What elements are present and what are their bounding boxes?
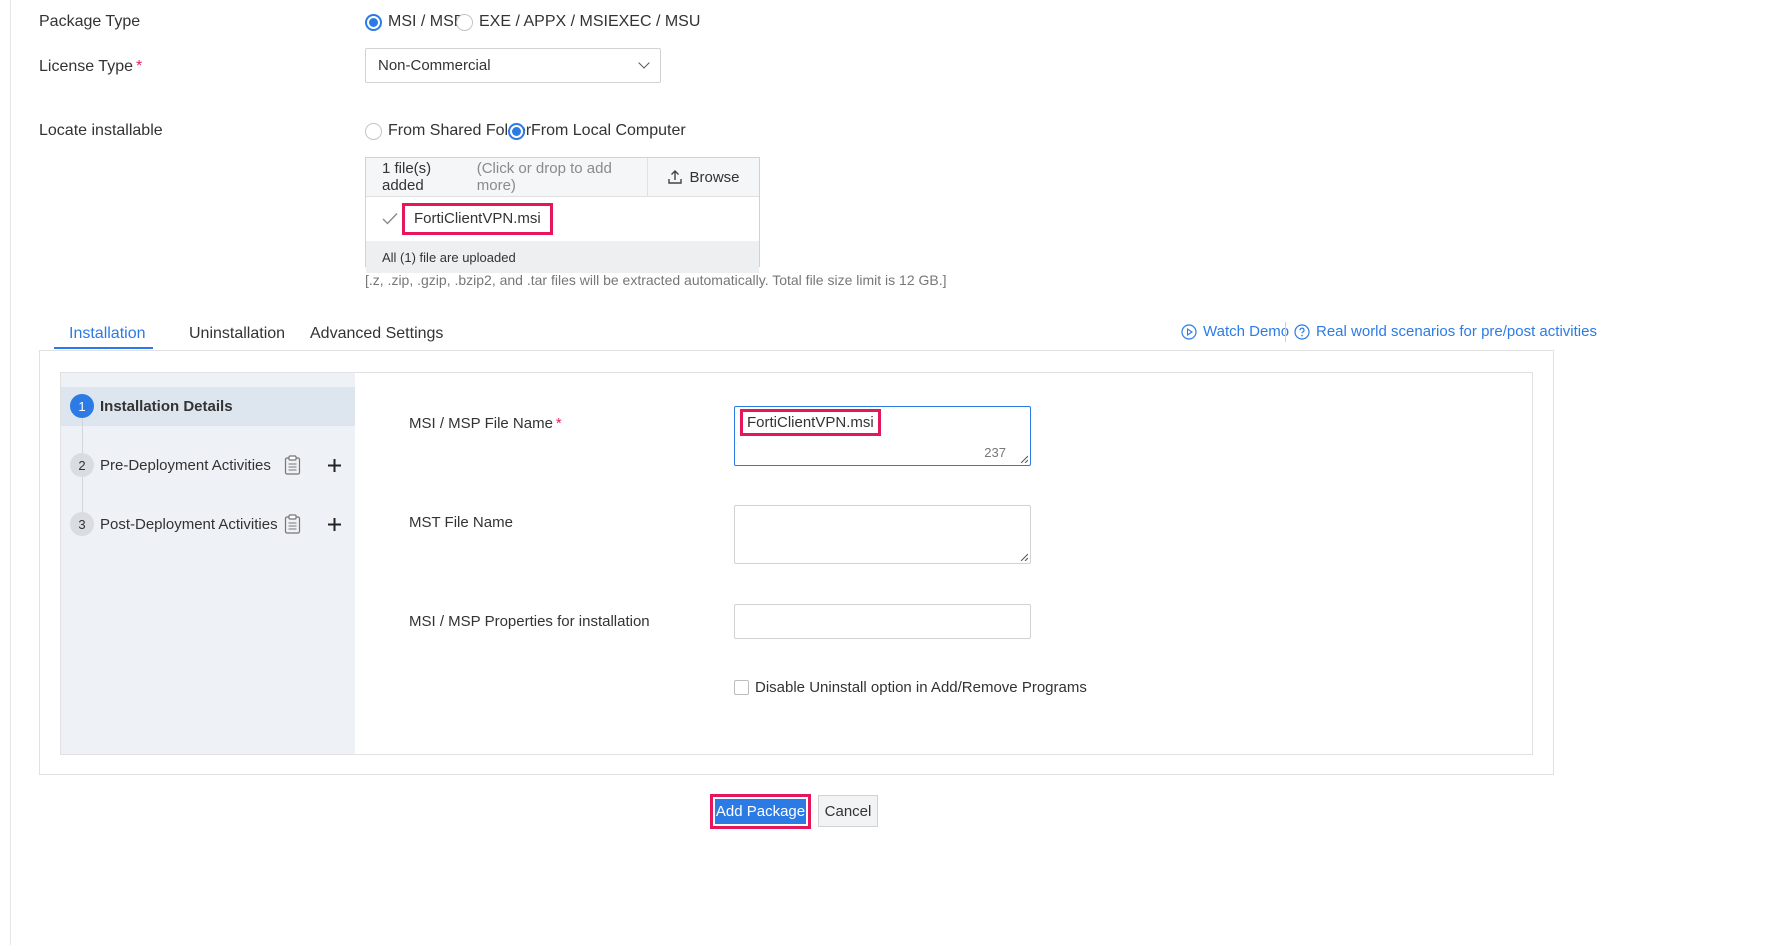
resize-grip-icon[interactable] xyxy=(1020,455,1028,463)
step-3-number: 3 xyxy=(70,512,94,536)
help-circle-icon xyxy=(1294,323,1310,340)
browse-label: Browse xyxy=(689,168,740,186)
msi-file-name-value: FortiClientVPN.msi xyxy=(740,409,881,436)
file-upload-box[interactable]: 1 file(s) added (Click or drop to add mo… xyxy=(365,157,760,273)
cancel-button[interactable]: Cancel xyxy=(818,795,878,827)
radio-exe-appx-label: EXE / APPX / MSIEXEC / MSU xyxy=(479,13,701,30)
link-separator xyxy=(1285,322,1286,342)
radio-unselected-icon xyxy=(365,122,382,140)
add-package-highlight: Add Package xyxy=(710,794,811,829)
plus-icon[interactable] xyxy=(328,518,341,531)
mst-file-name-input[interactable] xyxy=(734,505,1031,564)
plus-icon[interactable] xyxy=(328,459,341,472)
clipboard-icon[interactable] xyxy=(284,514,301,534)
radio-local-computer[interactable]: From Local Computer xyxy=(508,122,686,140)
radio-unselected-icon xyxy=(456,13,473,31)
msi-properties-input[interactable] xyxy=(734,604,1031,639)
watch-demo-label: Watch Demo xyxy=(1203,323,1290,340)
disable-uninstall-label: Disable Uninstall option in Add/Remove P… xyxy=(755,679,1087,696)
locate-installable-label: Locate installable xyxy=(39,122,163,139)
check-icon xyxy=(382,213,398,225)
msi-properties-label: MSI / MSP Properties for installation xyxy=(409,613,650,630)
radio-msi-msp-label: MSI / MSP xyxy=(388,13,465,30)
chevron-down-icon xyxy=(638,57,650,69)
radio-selected-icon xyxy=(508,122,525,140)
license-type-text: License Type xyxy=(39,58,133,75)
tab-installation[interactable]: Installation xyxy=(69,325,146,343)
drop-hint-text: (Click or drop to add more) xyxy=(476,160,612,194)
radio-shared-folder[interactable]: From Shared Folder xyxy=(365,122,531,140)
clipboard-icon[interactable] xyxy=(284,455,301,475)
license-type-value: Non-Commercial xyxy=(378,57,491,74)
required-mark: * xyxy=(555,415,562,432)
step-1-label: Installation Details xyxy=(100,398,233,415)
play-circle-icon xyxy=(1181,323,1197,340)
required-mark: * xyxy=(136,58,143,75)
add-package-button[interactable]: Add Package xyxy=(715,799,806,824)
uploaded-file-name: FortiClientVPN.msi xyxy=(402,203,553,235)
scenarios-link[interactable]: Real world scenarios for pre/post activi… xyxy=(1294,323,1597,340)
upload-status: All (1) file are uploaded xyxy=(366,241,759,273)
msi-file-name-text: MSI / MSP File Name xyxy=(409,415,553,432)
resize-grip-icon[interactable] xyxy=(1020,553,1028,561)
radio-local-computer-label: From Local Computer xyxy=(531,122,686,139)
file-size-note: [.z, .zip, .gzip, .bzip2, and .tar files… xyxy=(365,272,947,288)
tab-advanced-settings[interactable]: Advanced Settings xyxy=(310,325,443,343)
tab-uninstallation[interactable]: Uninstallation xyxy=(189,325,285,343)
char-count: 237 xyxy=(984,445,1006,460)
radio-selected-icon xyxy=(365,13,382,31)
left-divider xyxy=(10,0,11,945)
msi-file-name-input[interactable]: FortiClientVPN.msi 237 xyxy=(734,406,1031,466)
step-2-label[interactable]: Pre-Deployment Activities xyxy=(100,457,271,474)
step-1-number: 1 xyxy=(70,394,94,418)
radio-exe-appx[interactable]: EXE / APPX / MSIEXEC / MSU xyxy=(456,13,700,31)
upload-dropzone[interactable]: 1 file(s) added (Click or drop to add mo… xyxy=(366,158,647,196)
scenarios-label: Real world scenarios for pre/post activi… xyxy=(1316,323,1597,340)
disable-uninstall-checkbox[interactable]: Disable Uninstall option in Add/Remove P… xyxy=(734,679,1087,696)
watch-demo-link[interactable]: Watch Demo xyxy=(1181,323,1289,340)
file-count-text: 1 file(s) added xyxy=(382,160,432,194)
radio-msi-msp[interactable]: MSI / MSP xyxy=(365,13,464,31)
active-tab-indicator xyxy=(54,347,153,349)
package-type-label: Package Type xyxy=(39,13,141,30)
browse-button[interactable]: Browse xyxy=(647,158,759,196)
steps-sidebar xyxy=(61,373,355,754)
upload-icon xyxy=(668,170,683,184)
step-2-number: 2 xyxy=(70,453,94,477)
msi-file-name-label: MSI / MSP File Name * xyxy=(409,415,562,432)
mst-file-name-label: MST File Name xyxy=(409,514,513,531)
license-type-select[interactable]: Non-Commercial xyxy=(365,48,661,83)
uploaded-file-row: FortiClientVPN.msi xyxy=(366,197,759,241)
step-3-label[interactable]: Post-Deployment Activities xyxy=(100,516,278,533)
upload-header: 1 file(s) added (Click or drop to add mo… xyxy=(366,158,759,197)
license-type-label: License Type * xyxy=(39,58,142,76)
checkbox-box xyxy=(734,680,749,695)
